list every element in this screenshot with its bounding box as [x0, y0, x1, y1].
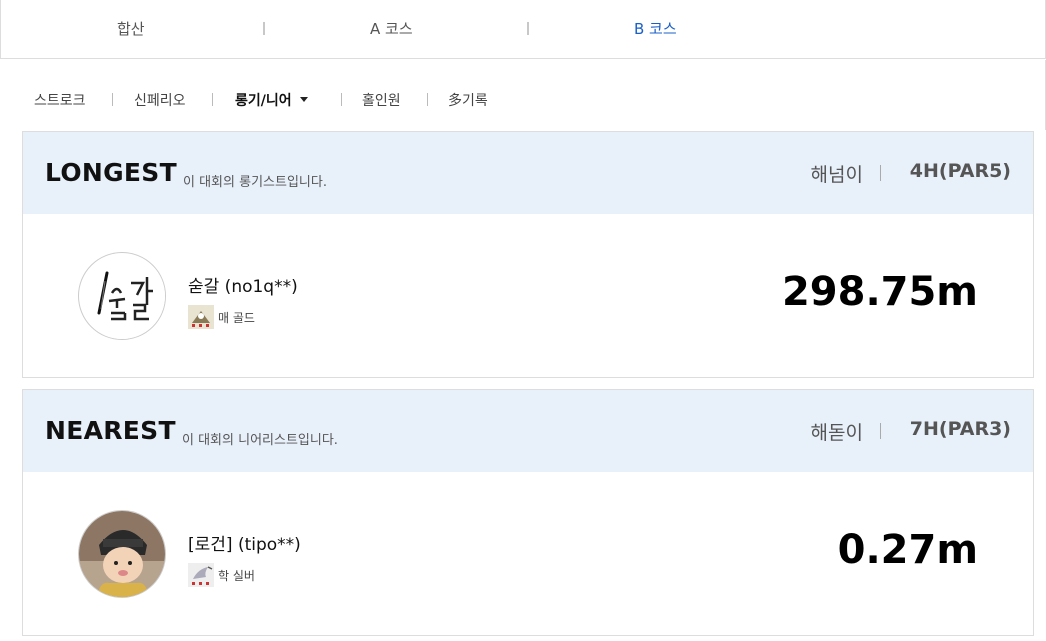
longest-hole-name: 해넘이	[810, 164, 863, 186]
nearest-title: NEAREST	[45, 416, 176, 445]
longest-hole-par: 4H(PAR5)	[909, 160, 1011, 182]
hole-divider	[880, 165, 881, 181]
subtab-longest-nearest-label: 롱기/니어	[235, 93, 292, 109]
nearest-hole-par: 7H(PAR3)	[909, 418, 1011, 440]
tab-course-a[interactable]: A 코스	[370, 18, 413, 39]
avatar	[78, 510, 166, 598]
longest-player-name[interactable]: 숟갈 (no1q**)	[188, 272, 298, 297]
tab-course-b[interactable]: B 코스	[634, 18, 677, 39]
nearest-card-header: NEAREST 이 대회의 니어리스트입니다. 해돋이 7H(PAR3)	[23, 390, 1033, 472]
nearest-subtitle: 이 대회의 니어리스트입니다.	[182, 433, 338, 448]
nearest-player-grade: 학 실버	[188, 563, 255, 587]
longest-subtitle: 이 대회의 롱기스트입니다.	[183, 175, 327, 190]
avatar	[78, 252, 166, 340]
grade-hawk-icon	[188, 305, 214, 329]
nearest-card-body: [로건] (tipo**) 학 실버 0.27m	[23, 472, 1033, 635]
subtab-divider	[341, 93, 342, 106]
sub-tabs: 스트로크 신페리오 롱기/니어 홀인원 多기록	[0, 60, 1046, 130]
longest-card-header: LONGEST 이 대회의 롱기스트입니다. 해넘이 4H(PAR5)	[23, 132, 1033, 214]
subtab-hole-in-one[interactable]: 홀인원	[362, 90, 401, 110]
longest-player-grade: 매 골드	[188, 305, 255, 329]
longest-record: 298.75m	[781, 269, 978, 315]
nearest-player-name[interactable]: [로건] (tipo**)	[188, 530, 301, 555]
calligraphy-logo-icon	[80, 254, 165, 339]
caret-down-icon	[299, 96, 308, 102]
tab-divider	[527, 22, 529, 35]
nearest-card: NEAREST 이 대회의 니어리스트입니다. 해돋이 7H(PAR3) [로건…	[22, 389, 1034, 636]
longest-card: LONGEST 이 대회의 롱기스트입니다. 해넘이 4H(PAR5) 숟갈 (…	[22, 131, 1034, 378]
longest-card-body: 숟갈 (no1q**) 매 골드 298.75m	[23, 214, 1033, 377]
subtab-divider	[427, 93, 428, 106]
nearest-record: 0.27m	[837, 527, 978, 573]
longest-title: LONGEST	[45, 158, 177, 187]
nearest-hole-name: 해돋이	[810, 422, 863, 444]
subtab-longest-nearest[interactable]: 롱기/니어	[235, 90, 308, 110]
tab-total[interactable]: 합산	[117, 18, 145, 39]
course-tabs: 합산 A 코스 B 코스	[0, 0, 1046, 59]
tab-divider	[263, 22, 265, 35]
subtab-divider	[112, 93, 113, 106]
subtab-new-perio[interactable]: 신페리오	[134, 90, 186, 110]
subtab-stroke[interactable]: 스트로크	[34, 90, 86, 110]
subtab-divider	[212, 93, 213, 106]
hole-divider	[880, 423, 881, 439]
longest-grade-label: 매 골드	[218, 310, 255, 325]
nearest-grade-label: 학 실버	[218, 568, 255, 583]
child-photo-icon	[79, 511, 165, 597]
subtab-multi-record[interactable]: 多기록	[448, 90, 488, 110]
grade-crane-icon	[188, 563, 214, 587]
